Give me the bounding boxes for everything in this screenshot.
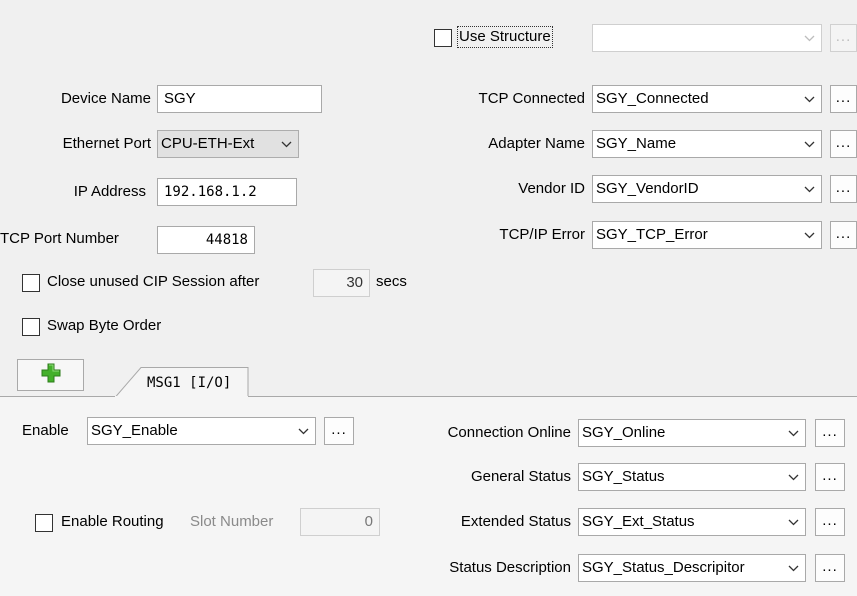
enable-routing-label[interactable]: Enable Routing — [61, 513, 164, 531]
status-description-combo[interactable]: SGY_Status_Descripitor — [578, 554, 806, 582]
extended-status-value: SGY_Ext_Status — [582, 513, 695, 530]
vendor-id-combo[interactable]: SGY_VendorID — [592, 175, 822, 203]
tcp-connected-browse-button[interactable]: ... — [830, 85, 857, 113]
enable-routing-checkbox[interactable] — [35, 514, 53, 532]
chevron-down-icon — [800, 176, 818, 202]
status-description-value: SGY_Status_Descripitor — [582, 559, 745, 576]
close-unused-seconds-input[interactable]: 30 — [313, 269, 370, 297]
structure-browse-button[interactable]: ... — [830, 24, 857, 52]
ip-address-input[interactable]: 192.168.1.2 — [157, 178, 297, 206]
device-name-label: Device Name — [60, 90, 151, 107]
add-message-button[interactable] — [17, 359, 84, 391]
general-status-browse-button[interactable]: ... — [815, 463, 845, 491]
device-name-input[interactable]: SGY — [157, 85, 322, 113]
use-structure-checkbox[interactable] — [434, 29, 452, 47]
chevron-down-icon — [800, 86, 818, 112]
tcp-connected-value: SGY_Connected — [596, 90, 709, 107]
slot-number-label: Slot Number — [190, 513, 274, 530]
chevron-down-icon — [784, 420, 802, 446]
swap-byte-label[interactable]: Swap Byte Order — [47, 317, 161, 335]
slot-number-input[interactable]: 0 — [300, 508, 380, 536]
chevron-down-icon — [277, 131, 295, 157]
chevron-down-icon — [800, 131, 818, 157]
connection-online-combo[interactable]: SGY_Online — [578, 419, 806, 447]
connection-online-browse-button[interactable]: ... — [815, 419, 845, 447]
chevron-down-icon — [784, 464, 802, 490]
enable-browse-button[interactable]: ... — [324, 417, 354, 445]
tab-msg1[interactable]: MSG1 [I/O] — [147, 374, 231, 392]
extended-status-browse-button[interactable]: ... — [815, 508, 845, 536]
general-status-combo[interactable]: SGY_Status — [578, 463, 806, 491]
adapter-name-combo[interactable]: SGY_Name — [592, 130, 822, 158]
connection-online-value: SGY_Online — [582, 424, 666, 441]
ethernet-port-select[interactable]: CPU-ETH-Ext — [157, 130, 299, 158]
structure-combo[interactable] — [592, 24, 822, 52]
vendor-id-value: SGY_VendorID — [596, 180, 699, 197]
chevron-down-icon — [800, 25, 818, 51]
connection-online-label: Connection Online — [447, 424, 571, 441]
tcp-connected-label: TCP Connected — [478, 90, 585, 107]
chevron-down-icon — [784, 555, 802, 581]
status-description-browse-button[interactable]: ... — [815, 554, 845, 582]
close-unused-unit-label: secs — [376, 273, 407, 290]
vendor-id-label: Vendor ID — [518, 180, 585, 197]
chevron-down-icon — [294, 418, 312, 444]
tcp-error-label: TCP/IP Error — [499, 226, 585, 243]
tcp-error-browse-button[interactable]: ... — [830, 221, 857, 249]
ethernet-port-label: Ethernet Port — [62, 135, 151, 152]
close-unused-checkbox[interactable] — [22, 274, 40, 292]
chevron-down-icon — [784, 509, 802, 535]
enable-combo[interactable]: SGY_Enable — [87, 417, 316, 445]
swap-byte-checkbox[interactable] — [22, 318, 40, 336]
tcp-port-input[interactable]: 44818 — [157, 226, 255, 254]
enable-value: SGY_Enable — [91, 422, 178, 439]
extended-status-combo[interactable]: SGY_Ext_Status — [578, 508, 806, 536]
chevron-down-icon — [800, 222, 818, 248]
vendor-id-browse-button[interactable]: ... — [830, 175, 857, 203]
adapter-name-browse-button[interactable]: ... — [830, 130, 857, 158]
tcp-port-label: TCP Port Number — [0, 230, 119, 247]
close-unused-label[interactable]: Close unused CIP Session after — [47, 273, 259, 291]
tcp-error-value: SGY_TCP_Error — [596, 226, 708, 243]
adapter-name-label: Adapter Name — [488, 135, 585, 152]
status-description-label: Status Description — [449, 559, 571, 576]
plus-icon — [41, 363, 61, 387]
tcp-error-combo[interactable]: SGY_TCP_Error — [592, 221, 822, 249]
adapter-name-value: SGY_Name — [596, 135, 677, 152]
extended-status-label: Extended Status — [460, 513, 571, 530]
tcp-connected-combo[interactable]: SGY_Connected — [592, 85, 822, 113]
ip-address-label: IP Address — [73, 183, 146, 200]
enable-label: Enable — [22, 422, 69, 439]
use-structure-label[interactable]: Use Structure — [457, 26, 553, 48]
general-status-value: SGY_Status — [582, 468, 665, 485]
general-status-label: General Status — [470, 468, 571, 485]
ethernet-port-value: CPU-ETH-Ext — [161, 135, 255, 152]
